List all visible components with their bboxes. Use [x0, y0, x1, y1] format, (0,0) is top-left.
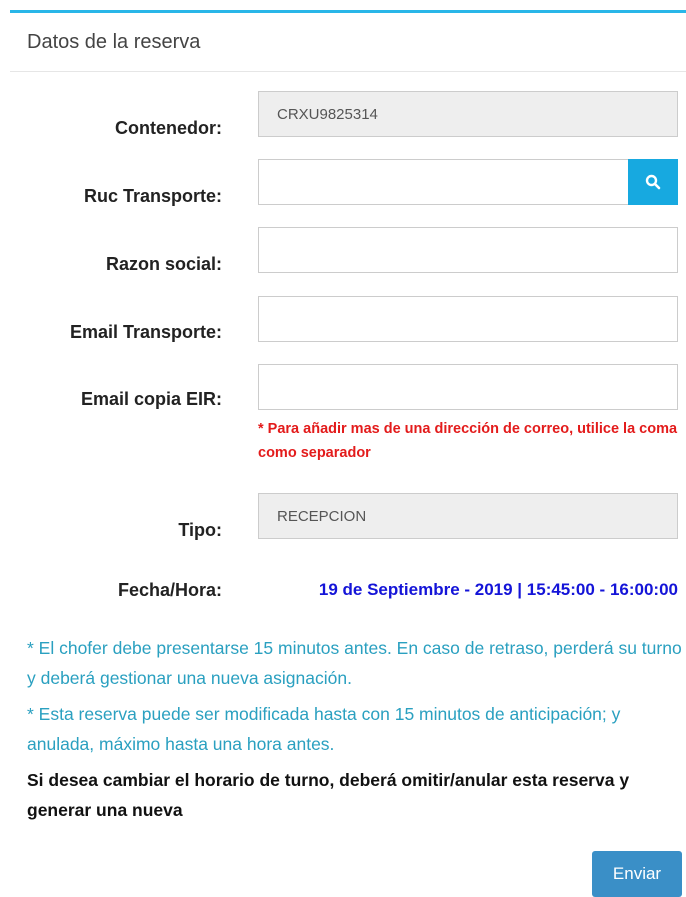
reservation-panel: Datos de la reserva Contenedor: CRXU9825… [10, 10, 686, 897]
razon-social-label: Razon social: [105, 254, 222, 274]
warning-note: Si desea cambiar el horario de turno, de… [27, 770, 630, 820]
tipo-label: Tipo: [178, 520, 222, 540]
razon-social-input[interactable] [258, 227, 678, 273]
tipo-field: RECEPCION [258, 493, 678, 539]
fecha-hora-label: Fecha/Hora: [117, 580, 222, 600]
email-separator-note: * Para añadir mas de una dirección de co… [258, 421, 678, 461]
info-note-chofer: * El chofer debe presentarse 15 minutos … [27, 638, 682, 688]
panel-title: Datos de la reserva [10, 13, 686, 72]
search-button[interactable] [628, 159, 678, 205]
fecha-hora-value: 19 de Septiembre - 2019 | 15:45:00 - 16:… [318, 580, 678, 599]
search-icon [645, 174, 661, 190]
contenedor-label: Contenedor: [115, 118, 222, 138]
info-note-modificacion: * Esta reserva puede ser modificada hast… [27, 704, 621, 754]
email-transporte-input[interactable] [258, 296, 678, 342]
ruc-input[interactable] [258, 159, 630, 205]
contenedor-field: CRXU9825314 [258, 91, 678, 137]
email-transporte-label: Email Transporte: [69, 322, 222, 342]
email-copia-input[interactable] [258, 364, 678, 410]
email-copia-label: Email copia EIR: [80, 389, 222, 409]
ruc-label: Ruc Transporte: [83, 186, 222, 206]
enviar-button[interactable]: Enviar [592, 851, 682, 897]
